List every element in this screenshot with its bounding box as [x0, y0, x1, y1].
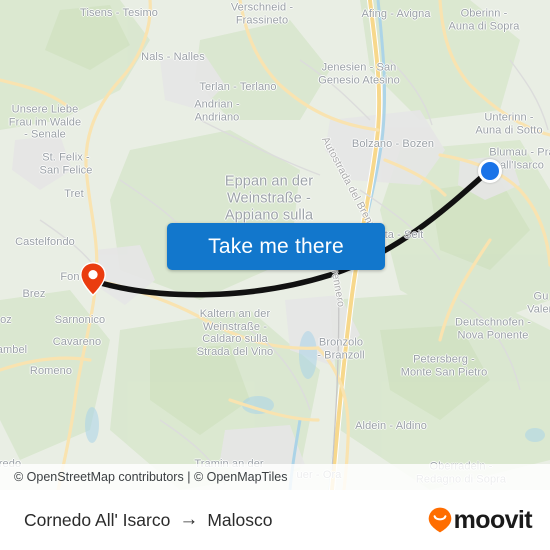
- osm-attribution-link[interactable]: © OpenStreetMap contributors: [14, 470, 184, 484]
- origin-map-pin[interactable]: [80, 262, 106, 297]
- moovit-route-card: Tisens - Tesimo Verschneid - Frassineto Af…: [0, 0, 550, 550]
- footer-bar: Cornedo All' Isarco → Malosco moovit: [0, 490, 550, 550]
- map-canvas[interactable]: Tisens - Tesimo Verschneid - Frassineto Af…: [0, 0, 550, 490]
- journey-summary: Cornedo All' Isarco → Malosco: [24, 510, 273, 531]
- moovit-pin-icon: [428, 507, 452, 533]
- origin-name: Cornedo All' Isarco: [24, 509, 171, 530]
- destination-map-dot[interactable]: [478, 159, 502, 183]
- attribution-separator: |: [187, 470, 191, 484]
- moovit-wordmark: moovit: [453, 505, 533, 534]
- moovit-logo[interactable]: moovit: [428, 505, 533, 534]
- destination-name: Malosco: [207, 509, 273, 530]
- arrow-right-icon: →: [179, 508, 199, 530]
- take-me-there-button[interactable]: Take me there: [167, 223, 385, 270]
- map-attribution: © OpenStreetMap contributors | © OpenMap…: [0, 464, 550, 490]
- openmaptiles-attribution-link[interactable]: © OpenMapTiles: [194, 470, 288, 484]
